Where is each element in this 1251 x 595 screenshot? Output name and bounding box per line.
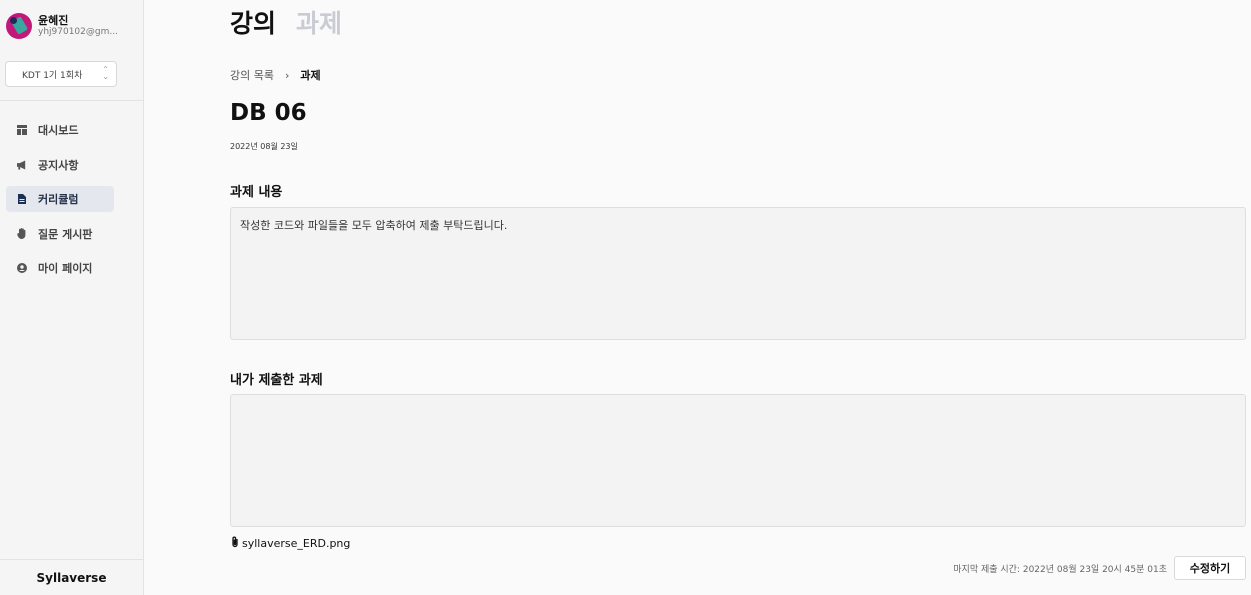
attachment-filename: syllaverse_ERD.png	[242, 537, 351, 550]
sidebar-item-mypage[interactable]: 마이 페이지	[6, 255, 114, 281]
brand-logo[interactable]: Syllaverse	[0, 559, 143, 595]
page-title: DB 06	[230, 100, 307, 126]
megaphone-icon	[17, 159, 27, 170]
assignment-date: 2022년 08월 23일	[230, 142, 298, 151]
content-heading: 과제 내용	[230, 185, 283, 200]
breadcrumb-current: 과제	[300, 69, 321, 82]
sidebar-divider	[0, 100, 143, 101]
sidebar-item-notices[interactable]: 공지사항	[6, 152, 114, 178]
sidebar: 윤혜진 yhj970102@gm... KDT 1기 1회차 ⌃ ⌄ 대시보드 공…	[0, 0, 144, 595]
submission-content	[231, 395, 1245, 413]
last-submit-time: 마지막 제출 시간: 2022년 08월 23일 20시 45분 01초	[953, 565, 1167, 575]
sidebar-item-curriculum[interactable]: 커리큘럼	[6, 186, 114, 212]
breadcrumb-lecture-list[interactable]: 강의 목록	[230, 67, 274, 83]
sidebar-item-dashboard[interactable]: 대시보드	[6, 117, 114, 143]
chevron-updown-icon: ⌃ ⌄	[102, 65, 109, 81]
attachment-link[interactable]: syllaverse_ERD.png	[230, 536, 350, 551]
avatar	[6, 13, 32, 39]
submission-box	[230, 394, 1246, 527]
sidebar-item-label: 커리큘럼	[38, 193, 79, 206]
sidebar-item-label: 마이 페이지	[38, 262, 93, 275]
sidebar-item-label: 대시보드	[38, 124, 79, 137]
sidebar-item-qna[interactable]: 질문 게시판	[6, 221, 114, 247]
paperclip-icon	[230, 536, 240, 551]
profile-email: yhj970102@gm...	[38, 27, 118, 38]
page-tabs: 강의 과제	[230, 4, 362, 40]
course-select[interactable]: KDT 1기 1회차 ⌃ ⌄	[5, 61, 117, 87]
tab-lecture[interactable]: 강의	[230, 4, 276, 40]
sidebar-item-label: 질문 게시판	[38, 227, 93, 241]
tab-assignment[interactable]: 과제	[296, 4, 342, 40]
submission-heading: 내가 제출한 과제	[230, 373, 323, 388]
sidebar-nav: 대시보드 공지사항 커리큘럼 질문 게시판 마이 페이지	[6, 117, 114, 290]
breadcrumb: 강의 목록 › 과제	[230, 67, 321, 83]
dashboard-icon	[17, 125, 27, 135]
document-icon	[17, 194, 27, 204]
hand-icon	[17, 228, 27, 239]
sidebar-item-label: 공지사항	[38, 158, 79, 172]
course-select-value: KDT 1기 1회차	[22, 70, 83, 81]
user-profile[interactable]: 윤혜진 yhj970102@gm...	[6, 13, 118, 39]
edit-button[interactable]: 수정하기	[1174, 556, 1246, 580]
assignment-content-box: 작성한 코드와 파일들을 모두 압축하여 제출 부탁드립니다.	[230, 207, 1246, 340]
chevron-right-icon: ›	[284, 68, 290, 82]
user-circle-icon	[17, 263, 27, 273]
profile-name: 윤혜진	[38, 13, 69, 27]
assignment-content: 작성한 코드와 파일들을 모두 압축하여 제출 부탁드립니다.	[240, 219, 508, 232]
